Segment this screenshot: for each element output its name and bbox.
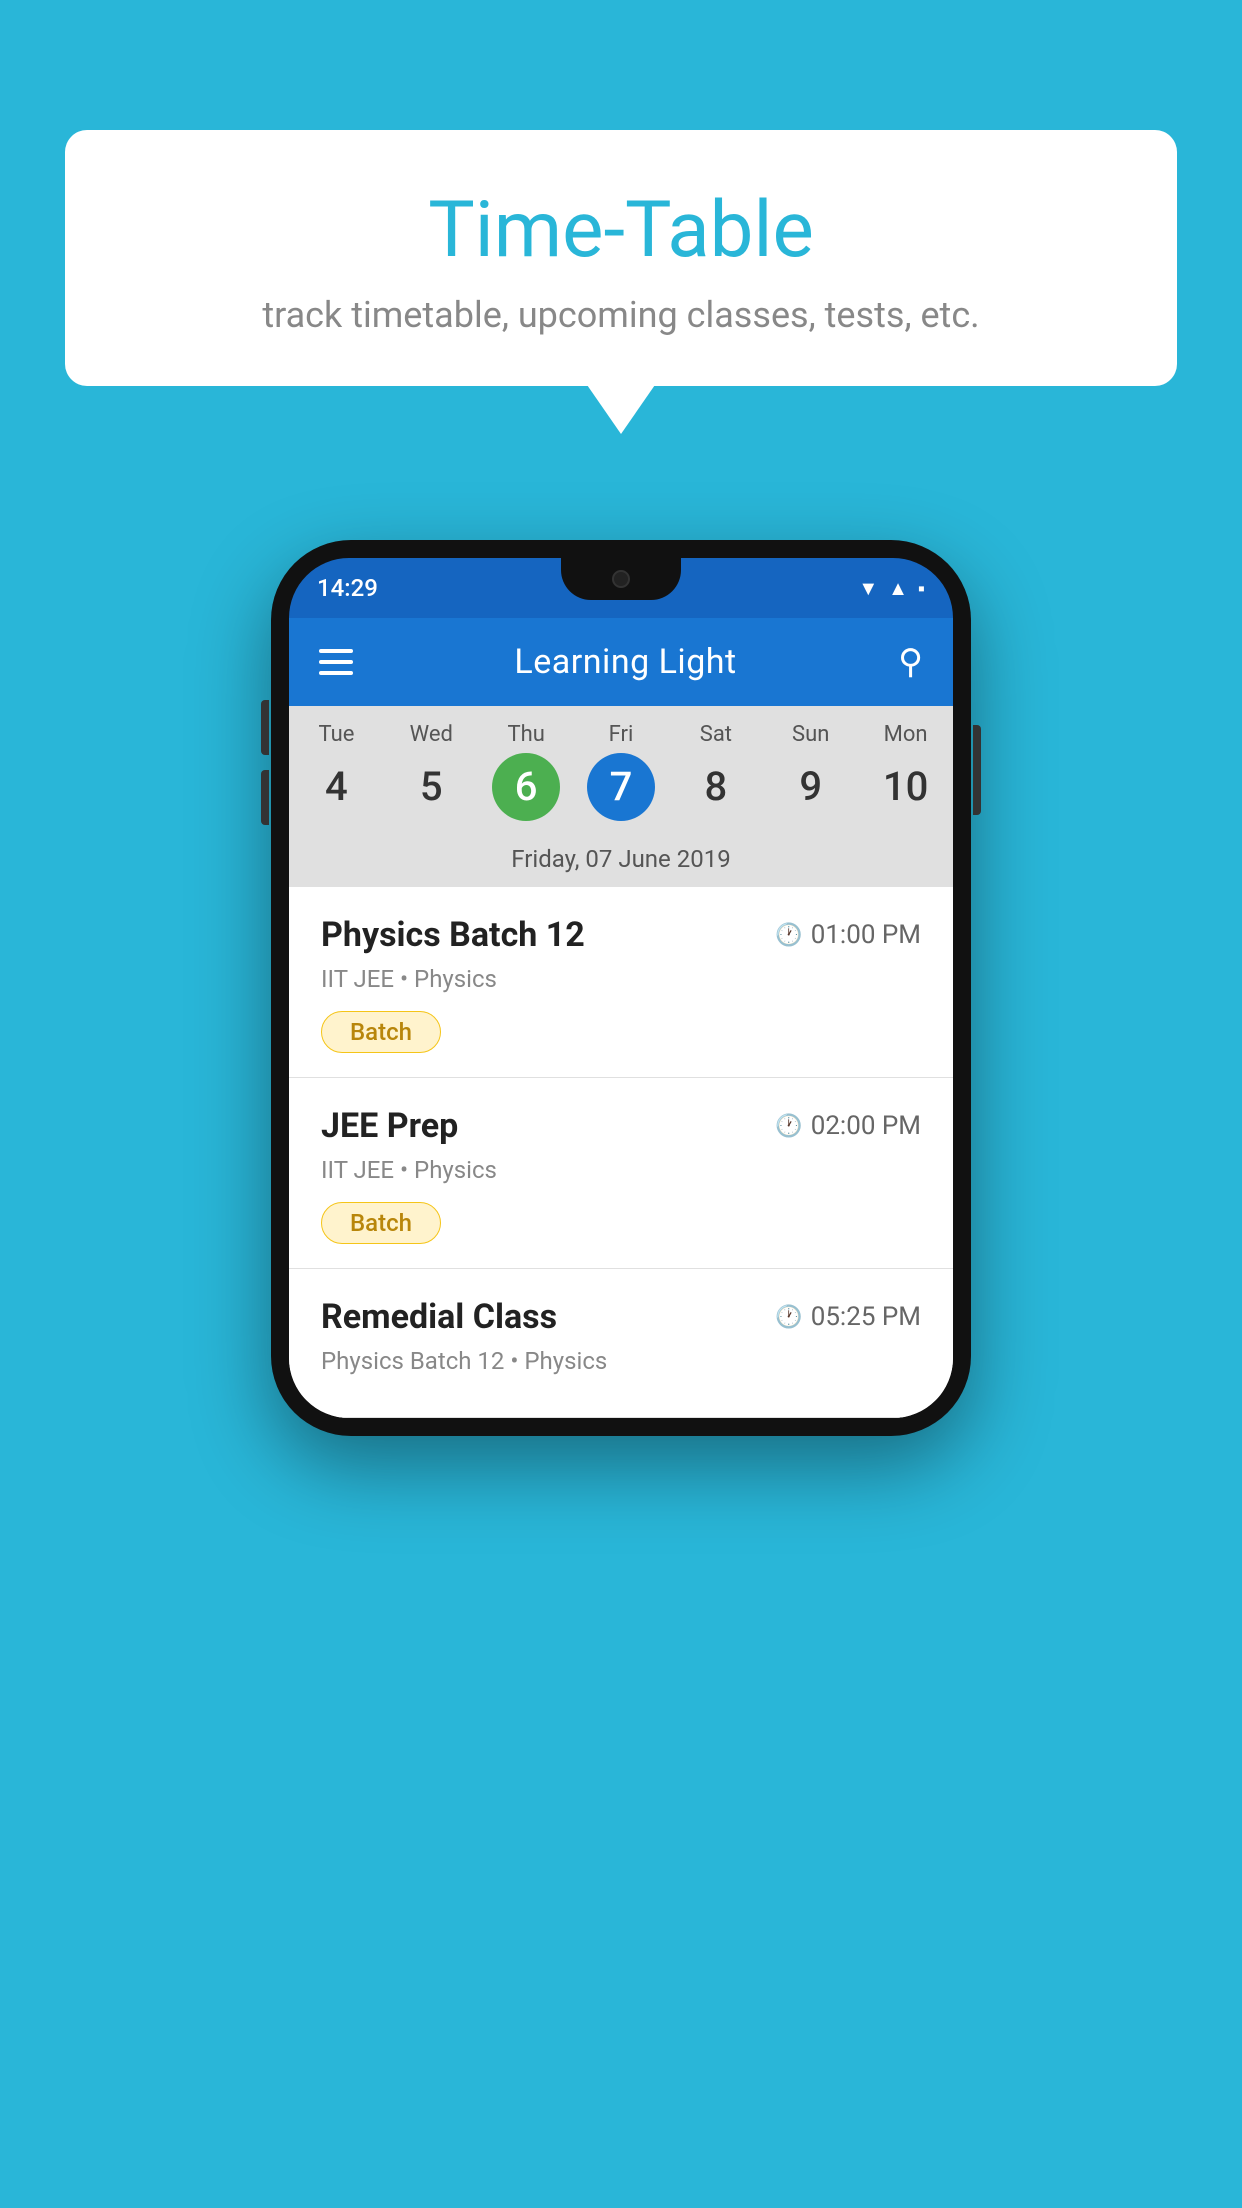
clock-icon: 🕐 (775, 923, 802, 948)
class-time: 🕐 02:00 PM (775, 1111, 921, 1141)
day-number[interactable]: 6 (492, 753, 560, 821)
class-item[interactable]: Physics Batch 12 🕐 01:00 PM IIT JEE • Phys… (289, 887, 953, 1078)
day-number[interactable]: 4 (302, 753, 370, 821)
day-number[interactable]: 8 (682, 753, 750, 821)
day-name: Fri (574, 722, 669, 747)
class-meta: IIT JEE • Physics (321, 1156, 921, 1184)
phone-mockup: 14:29 ▼ ▲ ▪ Learning Light ⚲ (271, 540, 971, 1436)
phone-outer: 14:29 ▼ ▲ ▪ Learning Light ⚲ (271, 540, 971, 1436)
class-name: Physics Batch 12 (321, 915, 585, 955)
speech-bubble: Time-Table track timetable, upcoming cla… (65, 130, 1177, 386)
class-name: JEE Prep (321, 1106, 458, 1146)
status-icons: ▼ ▲ ▪ (858, 576, 925, 601)
calendar-day[interactable]: Sat 8 (668, 706, 763, 835)
day-number[interactable]: 7 (587, 753, 655, 821)
day-name: Tue (289, 722, 384, 747)
calendar-day[interactable]: Thu 6 (479, 706, 574, 835)
class-list: Physics Batch 12 🕐 01:00 PM IIT JEE • Phys… (289, 887, 953, 1418)
notch (561, 558, 681, 600)
day-name: Thu (479, 722, 574, 747)
volume-down-button[interactable] (261, 770, 269, 825)
class-meta: IIT JEE • Physics (321, 965, 921, 993)
search-button[interactable]: ⚲ (898, 642, 923, 682)
signal-icon: ▲ (888, 576, 908, 601)
day-name: Wed (384, 722, 479, 747)
app-title: Learning Light (381, 642, 870, 682)
calendar-day[interactable]: Sun 9 (763, 706, 858, 835)
volume-up-button[interactable] (261, 700, 269, 755)
status-time: 14:29 (317, 574, 378, 602)
batch-badge: Batch (321, 1011, 441, 1053)
camera (612, 570, 630, 588)
clock-icon: 🕐 (775, 1305, 802, 1330)
calendar-day[interactable]: Fri 7 (574, 706, 669, 835)
calendar-week: Tue 4 Wed 5 Thu 6 Fri 7 Sat 8 Sun 9 Mon 10 (289, 706, 953, 835)
bubble-title: Time-Table (125, 185, 1117, 276)
phone-screen: Learning Light ⚲ Tue4Wed5Thu6Fri7Sat8Sun… (289, 618, 953, 1418)
calendar-day[interactable]: Tue 4 (289, 706, 384, 835)
wifi-icon: ▼ (858, 576, 878, 601)
power-button[interactable] (973, 725, 981, 815)
status-bar: 14:29 ▼ ▲ ▪ (289, 558, 953, 618)
calendar-day[interactable]: Mon 10 (858, 706, 953, 835)
class-meta: Physics Batch 12 • Physics (321, 1347, 921, 1375)
day-name: Sun (763, 722, 858, 747)
day-number[interactable]: 5 (397, 753, 465, 821)
menu-button[interactable] (319, 649, 353, 675)
class-time: 🕐 01:00 PM (775, 920, 921, 950)
speech-bubble-container: Time-Table track timetable, upcoming cla… (65, 130, 1177, 386)
clock-icon: 🕐 (775, 1114, 802, 1139)
app-bar: Learning Light ⚲ (289, 618, 953, 706)
bubble-subtitle: track timetable, upcoming classes, tests… (125, 294, 1117, 336)
day-name: Sat (668, 722, 763, 747)
class-time: 🕐 05:25 PM (775, 1302, 921, 1332)
selected-date-label: Friday, 07 June 2019 (289, 835, 953, 887)
calendar-day[interactable]: Wed 5 (384, 706, 479, 835)
class-item[interactable]: JEE Prep 🕐 02:00 PM IIT JEE • Physics Batch (289, 1078, 953, 1269)
class-name: Remedial Class (321, 1297, 557, 1337)
day-name: Mon (858, 722, 953, 747)
batch-badge: Batch (321, 1202, 441, 1244)
class-item[interactable]: Remedial Class 🕐 05:25 PM Physics Batch 12… (289, 1269, 953, 1418)
day-number[interactable]: 9 (777, 753, 845, 821)
day-number[interactable]: 10 (872, 753, 940, 821)
battery-icon: ▪ (918, 576, 925, 601)
